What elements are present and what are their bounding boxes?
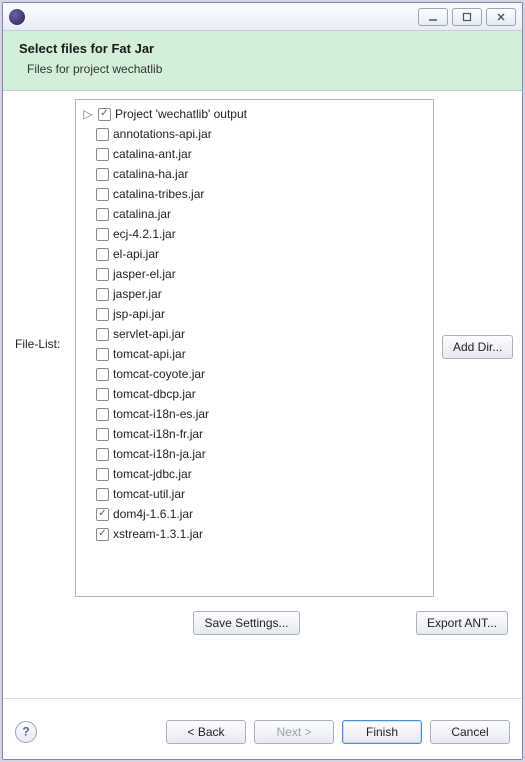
tree-item[interactable]: jasper.jar bbox=[78, 284, 431, 304]
tree-item[interactable]: ecj-4.2.1.jar bbox=[78, 224, 431, 244]
cancel-button[interactable]: Cancel bbox=[430, 720, 510, 744]
tree-item-label: xstream-1.3.1.jar bbox=[113, 527, 203, 541]
back-button[interactable]: < Back bbox=[166, 720, 246, 744]
checkbox[interactable] bbox=[96, 448, 109, 461]
save-settings-button[interactable]: Save Settings... bbox=[193, 611, 299, 635]
expand-icon[interactable]: ▷ bbox=[82, 107, 94, 121]
checkbox[interactable] bbox=[96, 308, 109, 321]
tree-item-label: jasper-el.jar bbox=[113, 267, 176, 281]
close-button[interactable] bbox=[486, 8, 516, 26]
app-icon bbox=[9, 9, 25, 25]
dialog-window: Select files for Fat Jar Files for proje… bbox=[2, 2, 523, 760]
tree-item[interactable]: tomcat-api.jar bbox=[78, 344, 431, 364]
checkbox[interactable] bbox=[96, 488, 109, 501]
tree-item[interactable]: tomcat-jdbc.jar bbox=[78, 464, 431, 484]
checkbox[interactable] bbox=[96, 268, 109, 281]
checkbox[interactable] bbox=[96, 128, 109, 141]
checkbox[interactable] bbox=[96, 388, 109, 401]
checkbox[interactable] bbox=[96, 428, 109, 441]
maximize-button[interactable] bbox=[452, 8, 482, 26]
file-tree[interactable]: ▷ Project 'wechatlib' output annotations-a… bbox=[75, 99, 434, 597]
tree-item[interactable]: tomcat-coyote.jar bbox=[78, 364, 431, 384]
tree-item-label: ecj-4.2.1.jar bbox=[113, 227, 176, 241]
tree-item[interactable]: jasper-el.jar bbox=[78, 264, 431, 284]
next-button: Next > bbox=[254, 720, 334, 744]
checkbox[interactable] bbox=[96, 408, 109, 421]
checkbox[interactable] bbox=[96, 508, 109, 521]
tree-item-label: tomcat-api.jar bbox=[113, 347, 186, 361]
wizard-footer: ? < Back Next > Finish Cancel bbox=[3, 705, 522, 759]
export-ant-button[interactable]: Export ANT... bbox=[416, 611, 508, 635]
checkbox[interactable] bbox=[96, 208, 109, 221]
header-title: Select files for Fat Jar bbox=[19, 41, 506, 56]
maximize-icon bbox=[462, 12, 472, 22]
file-list-label: File-List: bbox=[15, 99, 75, 351]
tree-item-label: tomcat-i18n-ja.jar bbox=[113, 447, 206, 461]
tree-item[interactable]: catalina-ha.jar bbox=[78, 164, 431, 184]
tree-item[interactable]: catalina-tribes.jar bbox=[78, 184, 431, 204]
tree-item-label: catalina-ant.jar bbox=[113, 147, 192, 161]
checkbox[interactable] bbox=[96, 288, 109, 301]
footer-separator bbox=[3, 698, 522, 699]
minimize-button[interactable] bbox=[418, 8, 448, 26]
tree-item[interactable]: servlet-api.jar bbox=[78, 324, 431, 344]
checkbox[interactable] bbox=[96, 468, 109, 481]
minimize-icon bbox=[428, 12, 438, 22]
tree-item[interactable]: catalina-ant.jar bbox=[78, 144, 431, 164]
tree-item[interactable]: annotations-api.jar bbox=[78, 124, 431, 144]
checkbox[interactable] bbox=[96, 368, 109, 381]
tree-item[interactable]: catalina.jar bbox=[78, 204, 431, 224]
tree-item-label: dom4j-1.6.1.jar bbox=[113, 507, 193, 521]
tree-item[interactable]: tomcat-i18n-es.jar bbox=[78, 404, 431, 424]
tree-item-label: tomcat-i18n-fr.jar bbox=[113, 427, 203, 441]
finish-button[interactable]: Finish bbox=[342, 720, 422, 744]
checkbox[interactable] bbox=[96, 148, 109, 161]
wizard-body: File-List: ▷ Project 'wechatlib' output an… bbox=[3, 91, 522, 705]
tree-item-label: tomcat-coyote.jar bbox=[113, 367, 205, 381]
tree-item[interactable]: tomcat-dbcp.jar bbox=[78, 384, 431, 404]
wizard-header: Select files for Fat Jar Files for proje… bbox=[3, 31, 522, 91]
header-subtitle: Files for project wechatlib bbox=[19, 62, 506, 76]
titlebar bbox=[3, 3, 522, 31]
checkbox[interactable] bbox=[96, 348, 109, 361]
help-button[interactable]: ? bbox=[15, 721, 37, 743]
tree-item-label: el-api.jar bbox=[113, 247, 159, 261]
tree-item-label: tomcat-i18n-es.jar bbox=[113, 407, 209, 421]
tree-item-label: tomcat-dbcp.jar bbox=[113, 387, 196, 401]
tree-item[interactable]: tomcat-util.jar bbox=[78, 484, 431, 504]
help-icon: ? bbox=[20, 726, 32, 738]
tree-item-label: catalina-tribes.jar bbox=[113, 187, 204, 201]
tree-item-label: annotations-api.jar bbox=[113, 127, 212, 141]
tree-item-label: servlet-api.jar bbox=[113, 327, 185, 341]
tree-item[interactable]: tomcat-i18n-ja.jar bbox=[78, 444, 431, 464]
checkbox[interactable] bbox=[96, 228, 109, 241]
checkbox[interactable] bbox=[96, 248, 109, 261]
checkbox[interactable] bbox=[98, 108, 111, 121]
tree-item-label: catalina.jar bbox=[113, 207, 171, 221]
tree-item-label: tomcat-util.jar bbox=[113, 487, 185, 501]
tree-item[interactable]: ▷ Project 'wechatlib' output bbox=[78, 104, 431, 124]
add-dir-button[interactable]: Add Dir... bbox=[442, 335, 513, 359]
tree-item[interactable]: el-api.jar bbox=[78, 244, 431, 264]
checkbox[interactable] bbox=[96, 528, 109, 541]
svg-text:?: ? bbox=[22, 726, 29, 738]
tree-item[interactable]: tomcat-i18n-fr.jar bbox=[78, 424, 431, 444]
tree-item[interactable]: xstream-1.3.1.jar bbox=[78, 524, 431, 544]
checkbox[interactable] bbox=[96, 188, 109, 201]
tree-item[interactable]: jsp-api.jar bbox=[78, 304, 431, 324]
checkbox[interactable] bbox=[96, 168, 109, 181]
tree-item-label: Project 'wechatlib' output bbox=[115, 107, 247, 121]
tree-item[interactable]: dom4j-1.6.1.jar bbox=[78, 504, 431, 524]
tree-item-label: tomcat-jdbc.jar bbox=[113, 467, 192, 481]
tree-item-label: catalina-ha.jar bbox=[113, 167, 188, 181]
checkbox[interactable] bbox=[96, 328, 109, 341]
mid-button-row: Save Settings... Export ANT... bbox=[15, 597, 510, 641]
tree-item-label: jasper.jar bbox=[113, 287, 162, 301]
close-icon bbox=[496, 12, 506, 22]
tree-item-label: jsp-api.jar bbox=[113, 307, 165, 321]
